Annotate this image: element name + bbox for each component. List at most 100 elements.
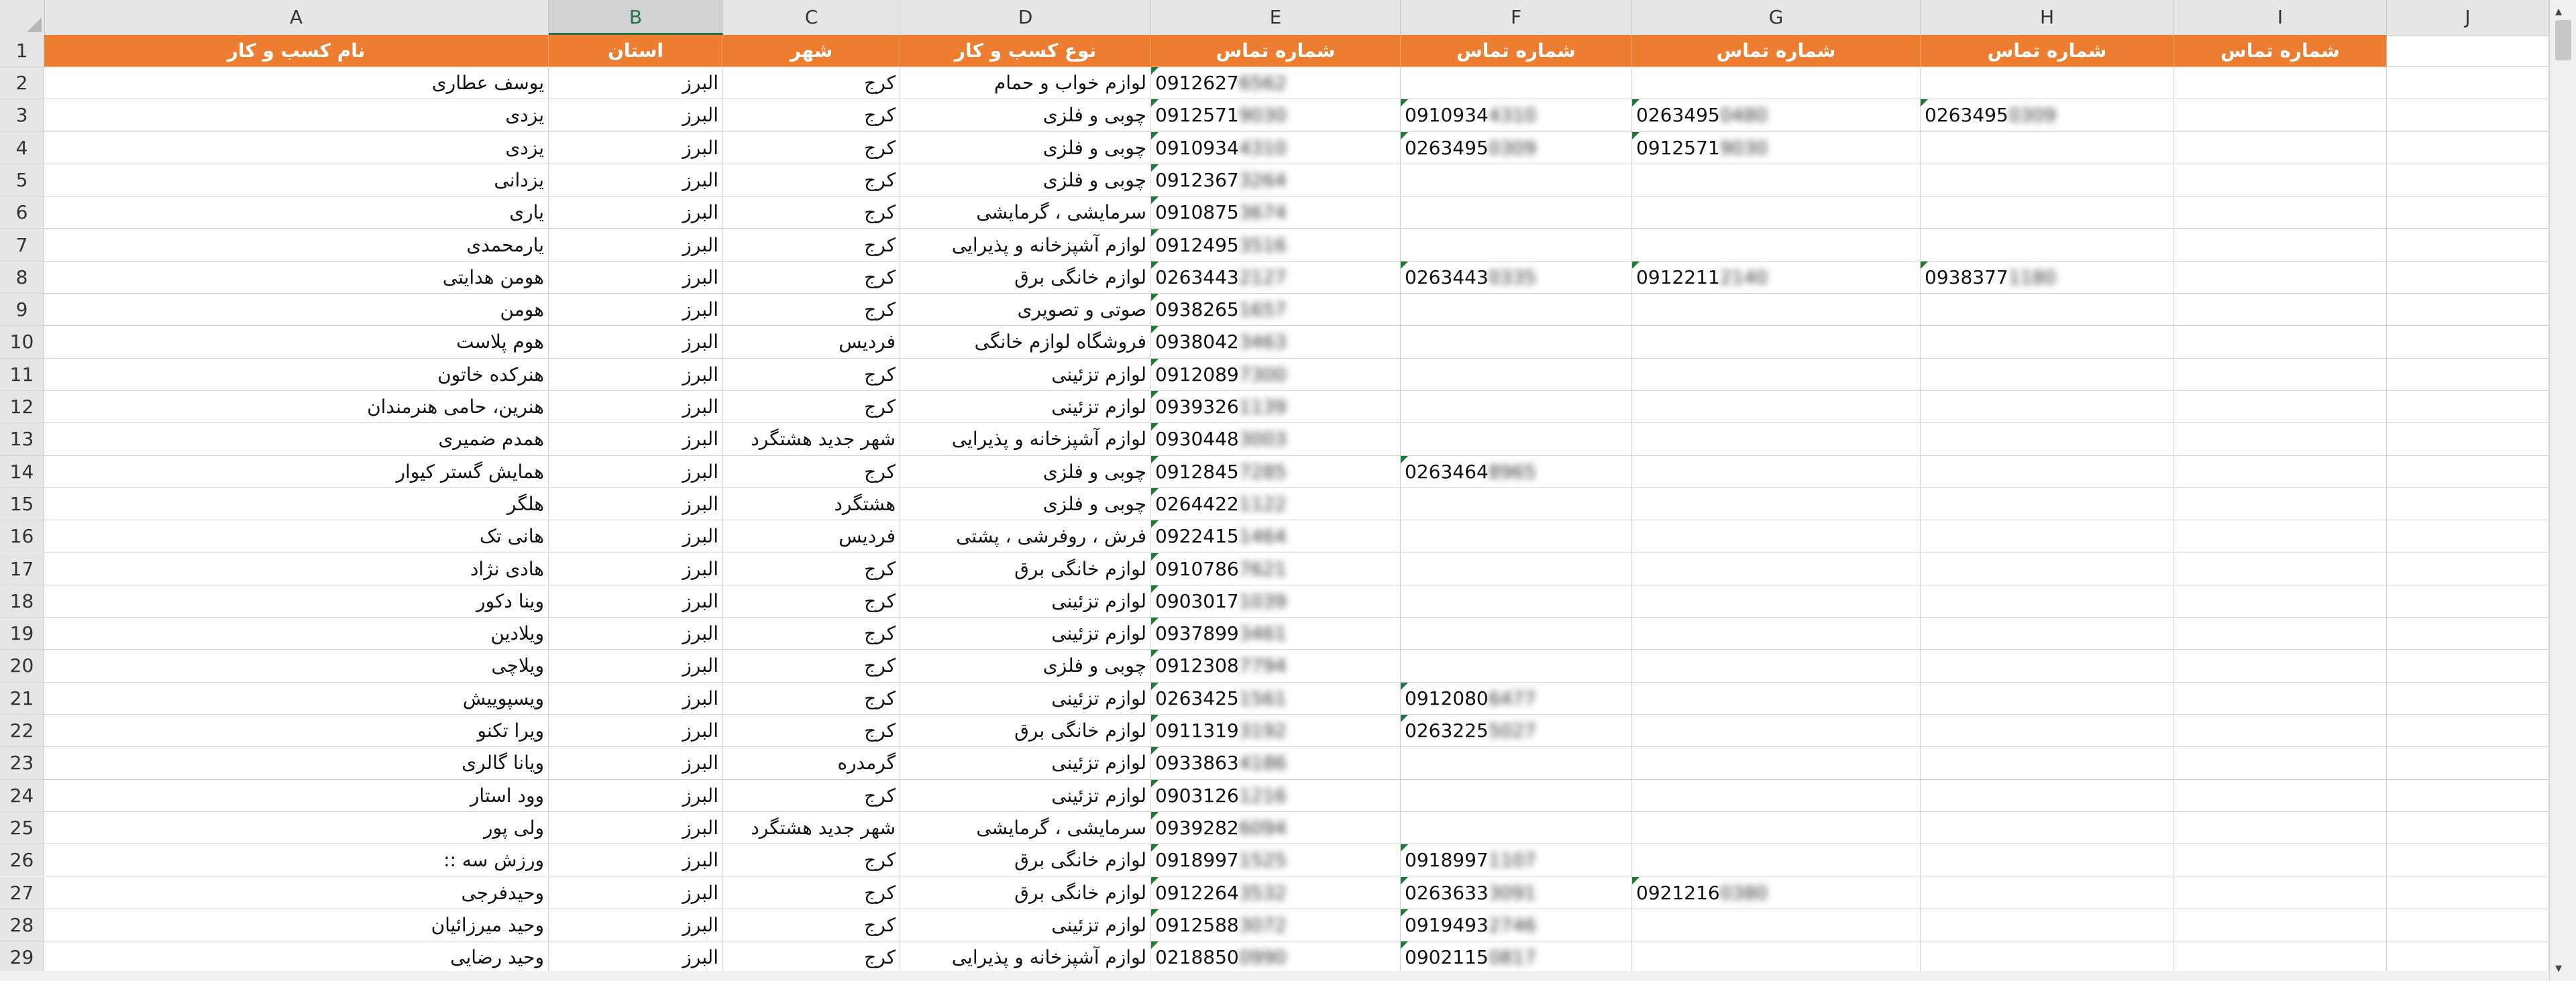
city-cell[interactable]: کرج [723,67,900,100]
phone-cell[interactable]: 09021150817 [1401,941,1632,974]
business-name-cell[interactable]: وحید میرزائیان [44,909,549,942]
phone-cell[interactable] [2174,715,2387,748]
phone-cell[interactable] [1632,941,1921,974]
cell-j[interactable] [2387,35,2549,67]
province-cell[interactable]: البرز [549,682,723,715]
business-name-cell[interactable]: ویانا گالری [44,747,549,780]
city-cell[interactable]: کرج [723,941,900,974]
city-cell[interactable]: کرج [723,99,900,132]
business-type-cell[interactable]: فروشگاه لوازم خانگی [900,326,1151,359]
phone-cell[interactable] [2174,811,2387,845]
phone-cell[interactable] [1921,844,2174,877]
phone-cell[interactable] [1632,196,1921,229]
row-header[interactable]: 24 [0,779,44,812]
phone-cell[interactable] [2174,487,2387,521]
phone-cell[interactable]: 09128457285 [1151,455,1401,488]
phone-cell[interactable] [1401,487,1632,521]
phone-cell[interactable] [2174,682,2387,715]
city-cell[interactable]: کرج [723,553,900,585]
phone-cell[interactable] [2174,618,2387,650]
phone-cell[interactable] [1632,682,1921,715]
business-type-cell[interactable]: لوازم تزئینی [900,391,1151,424]
province-cell[interactable]: البرز [549,164,723,197]
province-cell[interactable]: البرز [549,715,723,748]
column-header-j[interactable]: J [2387,0,2549,35]
cell-j[interactable] [2387,585,2549,618]
scroll-down-icon[interactable]: ▾ [2555,960,2562,976]
business-type-cell[interactable]: لوازم خانگی برق [900,876,1151,909]
province-cell[interactable]: البرز [549,747,723,780]
cell-j[interactable] [2387,941,2549,974]
business-name-cell[interactable]: ویلادین [44,618,549,650]
business-type-cell[interactable]: لوازم تزئینی [900,909,1151,942]
phone-cell[interactable] [1921,941,2174,974]
phone-cell[interactable] [1401,747,1632,780]
cell-j[interactable] [2387,909,2549,942]
phone-cell[interactable]: 09212160380 [1632,876,1921,909]
phone-cell[interactable]: 09304483003 [1151,423,1401,456]
city-cell[interactable]: شهر جدید هشتگرد [723,423,900,456]
city-cell[interactable]: کرج [723,294,900,327]
phone-cell[interactable] [1632,487,1921,521]
phone-cell[interactable] [1401,650,1632,683]
phone-cell[interactable] [2174,844,2387,877]
row-header[interactable]: 17 [0,553,44,585]
business-name-cell[interactable]: هومن [44,294,549,327]
city-cell[interactable]: کرج [723,715,900,748]
phone-cell[interactable] [1921,391,2174,424]
phone-cell[interactable] [1921,487,2174,521]
business-type-cell[interactable]: لوازم خانگی برق [900,553,1151,585]
phone-cell[interactable] [1401,67,1632,100]
phone-cell[interactable]: 02634950309 [1401,131,1632,164]
row-header[interactable]: 13 [0,423,44,456]
row-header[interactable]: 12 [0,391,44,424]
phone-cell[interactable] [1632,229,1921,262]
row-header[interactable]: 11 [0,358,44,391]
cell-j[interactable] [2387,131,2549,164]
phone-cell[interactable]: 09126276562 [1151,67,1401,100]
cell-j[interactable] [2387,876,2549,909]
business-name-cell[interactable]: یارمحمدی [44,229,549,262]
phone-cell[interactable]: 09109344310 [1401,99,1632,132]
business-type-cell[interactable]: لوازم تزئینی [900,585,1151,618]
phone-cell[interactable] [2174,67,2387,100]
phone-cell[interactable] [1921,779,2174,812]
province-cell[interactable]: البرز [549,67,723,100]
row-header[interactable]: 7 [0,229,44,262]
phone-cell[interactable] [2174,747,2387,780]
business-type-cell[interactable]: لوازم تزئینی [900,682,1151,715]
business-name-cell[interactable]: وحیدفرجی [44,876,549,909]
province-cell[interactable]: البرز [549,650,723,683]
phone-cell[interactable]: 09123087794 [1151,650,1401,683]
column-header-d[interactable]: D [900,0,1151,35]
phone-cell[interactable] [1921,67,2174,100]
phone-cell[interactable] [1921,682,2174,715]
business-type-cell[interactable]: چوبی و فلزی [900,164,1151,197]
phone-cell[interactable]: 09122643532 [1151,876,1401,909]
city-cell[interactable]: کرج [723,261,900,294]
vertical-scrollbar[interactable]: ▴ ▾ [2549,0,2576,981]
phone-cell[interactable] [2174,909,2387,942]
province-cell[interactable]: البرز [549,585,723,618]
business-name-cell[interactable]: همایش گستر کیوار [44,455,549,488]
province-cell[interactable]: البرز [549,455,723,488]
phone-cell[interactable] [1921,585,2174,618]
phone-cell[interactable] [2174,294,2387,327]
phone-cell[interactable] [1921,294,2174,327]
city-cell[interactable]: فردیس [723,326,900,359]
phone-cell[interactable]: 09380423463 [1151,326,1401,359]
business-name-cell[interactable]: هنرین، حامی هنرمندان [44,391,549,424]
phone-cell[interactable]: 09338634186 [1151,747,1401,780]
row-header[interactable]: 1 [0,35,44,67]
business-name-cell[interactable]: هادی نژاد [44,553,549,585]
header-cell-b[interactable]: استان [549,35,723,67]
phone-cell[interactable] [1401,294,1632,327]
province-cell[interactable]: البرز [549,261,723,294]
phone-cell[interactable] [2174,876,2387,909]
business-name-cell[interactable]: همدم ضمیری [44,423,549,456]
province-cell[interactable]: البرز [549,326,723,359]
business-type-cell[interactable]: لوازم آشپزخانه و پذیرایی [900,941,1151,974]
phone-cell[interactable] [2174,650,2387,683]
cell-j[interactable] [2387,99,2549,132]
phone-cell[interactable] [1632,67,1921,100]
